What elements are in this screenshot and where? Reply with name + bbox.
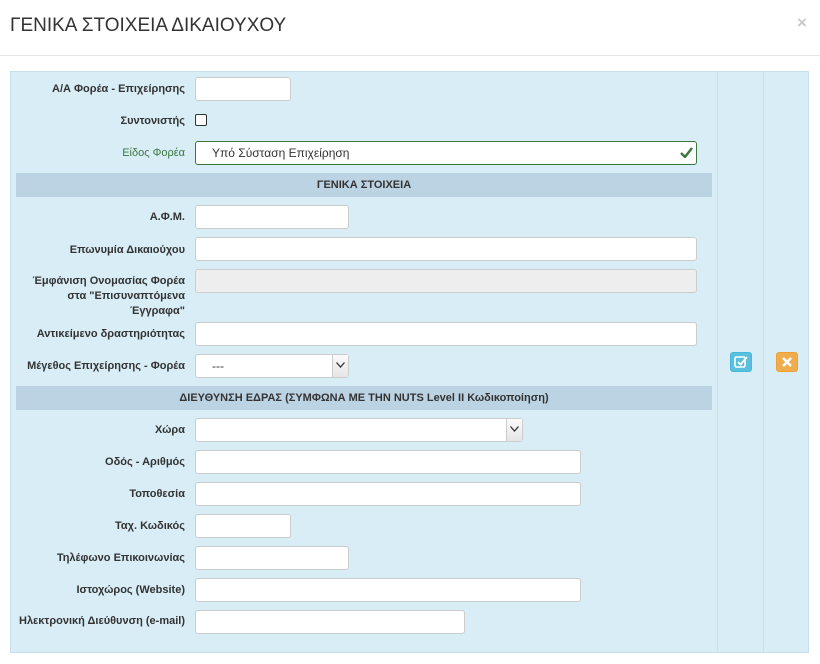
size-select-value: --- (212, 359, 224, 373)
street-label: Οδός - Αριθμός (105, 456, 185, 468)
location-label: Τοποθεσία (129, 488, 185, 500)
display-name-label: Έμφάνιση Ονομασίας Φορέα στα "Επισυναπτό… (32, 275, 185, 317)
country-label: Χώρα (154, 424, 185, 436)
email-label: Ηλεκτρονική Διεύθυνση (e-mail) (19, 615, 185, 627)
email-input[interactable] (195, 610, 465, 634)
afm-label: Α.Φ.Μ. (149, 211, 185, 223)
header-divider (0, 55, 820, 56)
edit-check-icon (734, 356, 748, 368)
activity-label: Αντικείμενο δραστηριότητας (36, 328, 185, 340)
afm-input[interactable] (195, 205, 349, 229)
type-select-value: Υπό Σύσταση Επιχείρηση (212, 146, 350, 160)
column-divider (763, 71, 764, 653)
chevron-down-icon (332, 355, 348, 377)
phone-input[interactable] (195, 546, 349, 570)
close-icon (782, 357, 792, 367)
name-label: Επωνυμία Δικαιούχου (69, 244, 185, 256)
zip-input[interactable] (195, 514, 291, 538)
street-input[interactable] (195, 450, 581, 474)
type-select[interactable]: Υπό Σύσταση Επιχείρηση (195, 141, 697, 165)
country-select[interactable] (195, 418, 523, 442)
zip-label: Ταχ. Κωδικός (114, 520, 185, 532)
edit-button[interactable] (730, 352, 752, 372)
activity-input[interactable] (195, 322, 697, 346)
type-label: Είδος Φορέα (122, 147, 185, 159)
coordinator-label: Συντονιστής (120, 115, 186, 127)
display-name-input (195, 269, 697, 293)
name-input[interactable] (195, 237, 697, 261)
section-general-header: ΓΕΝΙΚΑ ΣΤΟΙΧΕΙΑ (16, 173, 712, 197)
modal-title: ΓΕΝΙΚΑ ΣΤΟΙΧΕΙΑ ΔΙΚΑΙΟΥΧΟΥ (10, 15, 287, 36)
coordinator-checkbox[interactable] (195, 114, 207, 126)
close-icon[interactable]: × (797, 13, 807, 33)
website-input[interactable] (195, 578, 581, 602)
column-divider (717, 71, 718, 653)
aa-input[interactable] (195, 77, 291, 101)
chevron-down-icon (506, 419, 522, 441)
size-label: Μέγεθος Επιχείρησης - Φορέα (27, 360, 185, 372)
location-input[interactable] (195, 482, 581, 506)
phone-label: Τηλέφωνο Επικοινωνίας (56, 552, 185, 564)
section-address-header: ΔΙΕΥΘΥΝΣΗ ΕΔΡΑΣ (ΣΥΜΦΩΝΑ ΜΕ ΤΗΝ NUTS Lev… (16, 386, 712, 410)
website-label: Ιστοχώρος (Website) (76, 584, 185, 596)
aa-label: Α/Α Φορέα - Επιχείρησης (52, 83, 185, 95)
delete-button[interactable] (776, 352, 798, 372)
size-select[interactable]: --- (195, 354, 349, 378)
check-icon (680, 147, 693, 158)
